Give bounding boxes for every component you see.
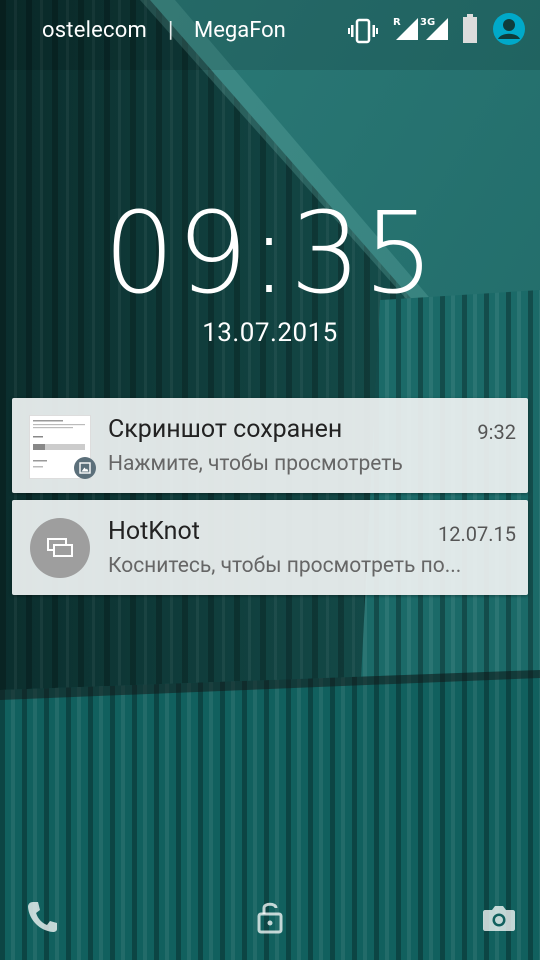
battery-icon (463, 14, 477, 43)
carrier-separator: | (168, 18, 174, 43)
signal-3g-icon: 3G (420, 17, 448, 40)
notification-time: 9:32 (477, 420, 516, 444)
notification-text: Коснитесь, чтобы просмотреть по... (108, 554, 462, 578)
notification-title: HotKnot (108, 517, 200, 546)
notification-screenshot[interactable]: Скриншот сохранен 9:32 Нажмите, чтобы пр… (12, 398, 528, 493)
phone-icon[interactable] (26, 900, 58, 934)
network-type-label: 3G (420, 17, 435, 28)
notification-time: 12.07.15 (438, 522, 516, 546)
lockscreen-date: 13.07.2015 (202, 318, 338, 348)
carrier-name-2: MegaFon (194, 18, 286, 43)
carrier-name-1: ostelecom (42, 18, 147, 43)
unlock-icon[interactable] (257, 900, 283, 934)
camera-icon[interactable] (482, 904, 516, 932)
notification-title: Скриншот сохранен (108, 415, 343, 444)
image-icon (74, 457, 96, 479)
hotknot-icon (30, 518, 90, 578)
notification-hotknot[interactable]: HotKnot 12.07.15 Коснитесь, чтобы просмо… (12, 500, 528, 595)
roaming-label: R (393, 17, 401, 28)
notification-text: Нажмите, чтобы просмотреть (108, 452, 403, 476)
lockscreen-clock: 09:35 (103, 189, 437, 319)
user-avatar-icon[interactable] (492, 12, 526, 46)
signal-roaming-icon: R (393, 17, 418, 40)
vibrate-icon (348, 18, 378, 44)
status-bar: ostelecom | MegaFon R 3G (0, 0, 540, 62)
